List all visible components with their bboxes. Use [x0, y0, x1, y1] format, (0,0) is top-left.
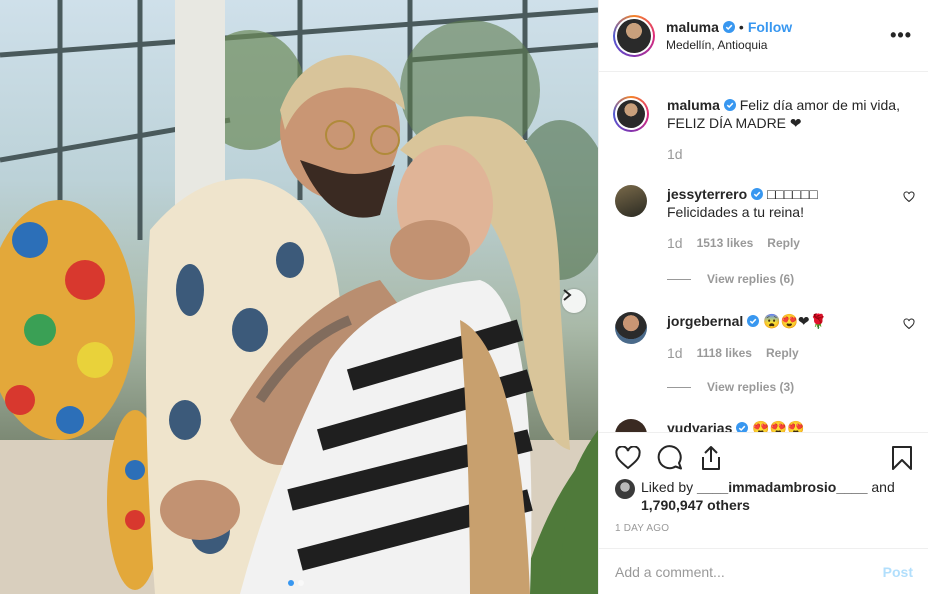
comment-likes[interactable]: 1118 likes	[697, 344, 752, 362]
post-photo[interactable]	[0, 0, 598, 594]
commenter-avatar[interactable]	[615, 185, 647, 217]
like-comment-heart-icon[interactable]	[903, 318, 915, 330]
next-photo-button[interactable]	[562, 289, 586, 313]
caption-text-line2: FELIZ DÍA MADRE ❤	[667, 115, 802, 131]
verified-badge-icon	[747, 315, 760, 327]
commenter-username[interactable]: jorgebernal	[667, 313, 743, 329]
verified-badge-icon	[723, 99, 736, 111]
speech-bubble-icon	[657, 445, 682, 470]
carousel-dot-active	[288, 580, 294, 586]
share-icon	[702, 446, 720, 470]
view-replies-button[interactable]: View replies (6)	[667, 272, 794, 286]
likes-summary: Liked by ____immadambrosio____ and 1,790…	[615, 478, 915, 514]
caption-avatar-image	[617, 100, 645, 128]
comment-button[interactable]	[657, 445, 683, 471]
comment-badge-text: 😍😍😍	[752, 420, 805, 433]
post-location[interactable]: Medellín, Antioquia	[666, 38, 890, 52]
caption-time[interactable]: 1d	[667, 145, 683, 163]
likes-others-count[interactable]: 1,790,947 others	[641, 497, 750, 513]
comment-time[interactable]: 1d	[667, 344, 683, 362]
save-button[interactable]	[891, 445, 913, 471]
commenter-username[interactable]: jessyterrero	[667, 186, 747, 202]
add-comment-bar: Post	[599, 548, 928, 594]
commenter-username[interactable]: yudyarias	[667, 420, 732, 432]
heart-icon	[615, 446, 641, 470]
comments-list[interactable]: maluma Feliz día amor de mi vida, FELIZ …	[599, 73, 928, 433]
caption-avatar[interactable]	[613, 96, 649, 132]
comment-input[interactable]	[615, 563, 883, 580]
comment-badge-text: 😨😍❤🌹	[763, 313, 828, 329]
comment-item: yudyarias 😍😍😍	[615, 419, 915, 433]
verified-badge-icon	[751, 188, 764, 200]
post-header: maluma • Follow Medellín, Antioquia •••	[599, 0, 928, 72]
liker-username[interactable]: ____immadambrosio____	[697, 479, 867, 495]
author-avatar-image	[617, 18, 651, 53]
like-button[interactable]	[615, 446, 641, 470]
like-comment-heart-icon[interactable]	[903, 191, 915, 203]
caption-username[interactable]: maluma	[667, 97, 720, 113]
reply-button[interactable]: Reply	[766, 344, 799, 362]
reply-button[interactable]: Reply	[767, 234, 800, 252]
carousel-dot	[298, 580, 304, 586]
chevron-right-icon	[563, 289, 572, 301]
verified-badge-icon	[736, 422, 749, 432]
comment-item: jessyterrero □□□□□□ Felicidades a tu rei…	[615, 185, 915, 252]
comment-time[interactable]: 1d	[667, 234, 683, 252]
comment-item: jorgebernal 😨😍❤🌹 1d 1118 likes Reply	[615, 312, 915, 362]
post-timestamp[interactable]: 1 DAY AGO	[615, 523, 669, 534]
caption: maluma Feliz día amor de mi vida, FELIZ …	[613, 96, 915, 163]
carousel-indicator	[288, 580, 304, 586]
follow-button[interactable]: Follow	[748, 19, 792, 35]
commenter-avatar[interactable]	[615, 312, 647, 344]
liked-by-prefix: Liked by	[641, 479, 694, 495]
author-username[interactable]: maluma	[666, 19, 719, 35]
comment-badge-text: □□□□□□	[766, 186, 818, 202]
commenter-avatar[interactable]	[615, 419, 647, 432]
view-replies-button[interactable]: View replies (3)	[667, 380, 794, 394]
post-comment-button[interactable]: Post	[883, 564, 913, 580]
liker-avatar[interactable]	[615, 479, 635, 499]
comment-likes[interactable]: 1513 likes	[697, 234, 754, 252]
author-avatar[interactable]	[613, 14, 655, 57]
separator-dot: •	[738, 19, 744, 35]
comment-text: Felicidades a tu reina!	[667, 204, 804, 220]
caption-text: Feliz día amor de mi vida,	[739, 97, 900, 113]
action-bar	[615, 440, 913, 476]
post-details-panel: maluma • Follow Medellín, Antioquia ••• …	[598, 0, 928, 594]
share-button[interactable]	[699, 445, 723, 471]
verified-badge-icon	[722, 21, 735, 33]
photo-illustration	[0, 0, 598, 594]
liked-by-and: and	[871, 479, 895, 495]
bookmark-icon	[892, 446, 912, 470]
more-options-icon[interactable]: •••	[890, 25, 912, 46]
